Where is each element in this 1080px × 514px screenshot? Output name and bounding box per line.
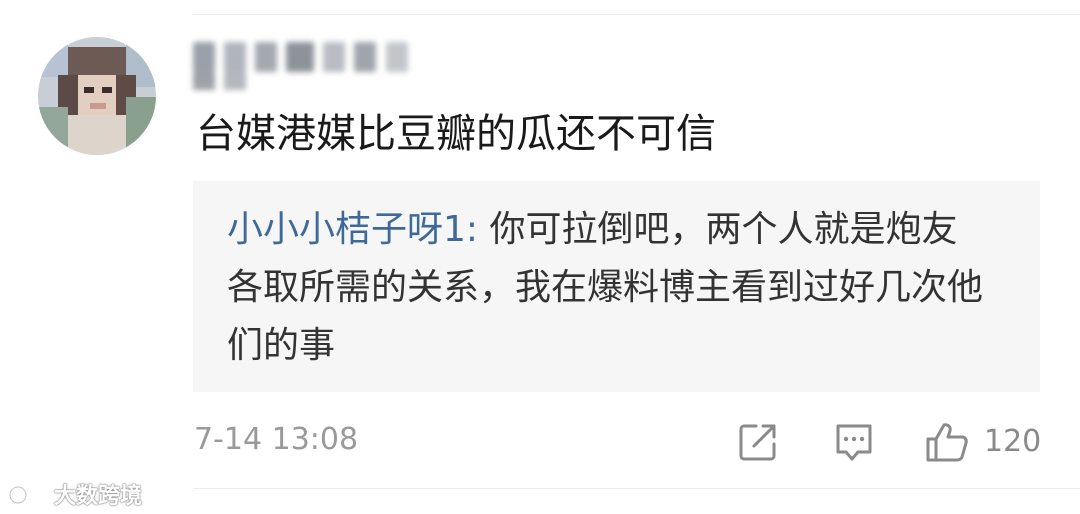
thumbs-up-icon bbox=[926, 423, 968, 462]
like-button[interactable]: 120 bbox=[924, 420, 1041, 464]
share-icon bbox=[739, 424, 776, 461]
reply-separator: : bbox=[465, 209, 490, 250]
reply-button[interactable] bbox=[832, 420, 876, 464]
reply-quote-box[interactable]: 小小小桔子呀1: 你可拉倒吧，两个人就是炮友各取所需的关系，我在爆料博主看到过好… bbox=[193, 181, 1040, 392]
watermark: 大数跨境 bbox=[8, 478, 142, 510]
reply-author-link[interactable]: 小小小桔子呀1 bbox=[227, 209, 466, 250]
like-count: 120 bbox=[984, 424, 1042, 459]
avatar-image bbox=[38, 37, 156, 155]
top-divider bbox=[193, 14, 1080, 15]
username-blurred[interactable] bbox=[193, 42, 433, 90]
watermark-text: 大数跨境 bbox=[54, 484, 143, 509]
comment-timestamp: 7-14 13:08 bbox=[194, 422, 359, 457]
bottom-divider bbox=[193, 488, 1080, 489]
share-button[interactable] bbox=[736, 420, 780, 464]
reply-text-block: 小小小桔子呀1: 你可拉倒吧，两个人就是炮友各取所需的关系，我在爆料博主看到过好… bbox=[227, 201, 987, 375]
comment-text: 台媒港媒比豆瓣的瓜还不可信 bbox=[196, 111, 716, 157]
comment-icon bbox=[836, 424, 872, 461]
avatar[interactable] bbox=[38, 37, 156, 155]
watermark-logo-icon bbox=[8, 483, 45, 505]
